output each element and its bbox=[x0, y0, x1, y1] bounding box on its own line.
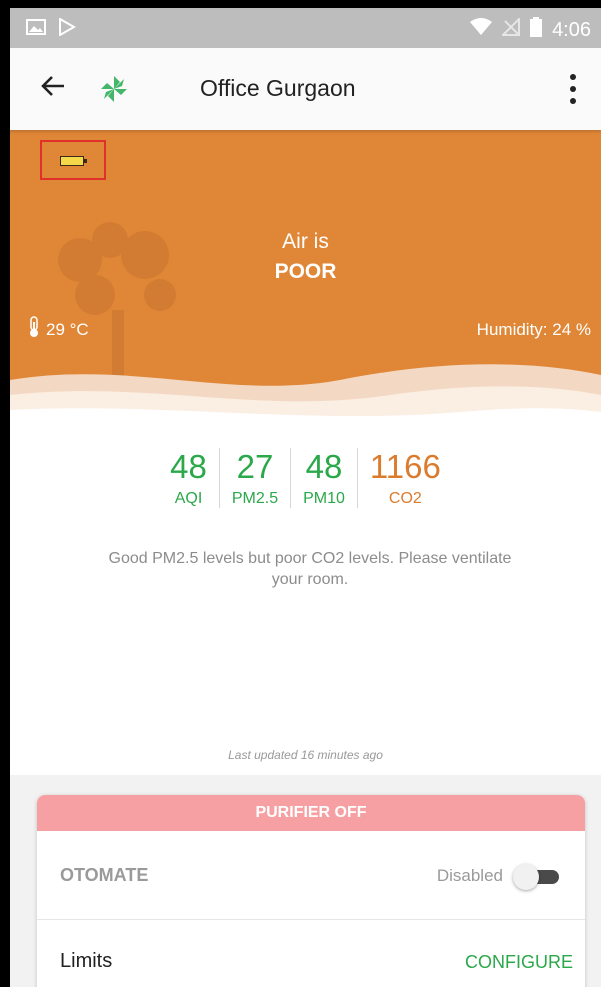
humidity-value: Humidity: 24 % bbox=[476, 320, 591, 339]
metric-label: PM2.5 bbox=[231, 490, 279, 507]
otomate-state: Disabled bbox=[436, 866, 503, 885]
last-updated-text: Last updated 16 minutes ago bbox=[228, 748, 383, 762]
metric-label: CO2 bbox=[388, 490, 422, 507]
phone-screen: 4:06 Office Gurgaon Air is POOR 29 °C Hu… bbox=[10, 8, 601, 987]
back-arrow-icon[interactable] bbox=[40, 71, 66, 107]
metrics-row: 48 AQI 27 PM2.5 48 PM10 1166 CO2 bbox=[10, 448, 601, 508]
app-bar: Office Gurgaon bbox=[10, 48, 601, 130]
thermometer-icon bbox=[28, 316, 40, 343]
metric-value: 1166 bbox=[369, 448, 441, 485]
air-quality-hero: Air is POOR 29 °C Humidity: 24 % bbox=[10, 130, 601, 420]
metric-value: 48 bbox=[305, 448, 343, 485]
otomate-toggle[interactable] bbox=[513, 864, 559, 890]
battery-level-icon bbox=[60, 156, 87, 166]
readings-panel: 48 AQI 27 PM2.5 48 PM10 1166 CO2 Good PM… bbox=[10, 420, 601, 775]
otomate-row: OTOMATE Disabled bbox=[37, 831, 585, 920]
metric-aqi: 48 AQI bbox=[158, 448, 219, 508]
temperature-value: 29 °C bbox=[46, 319, 89, 339]
metric-pm25: 27 PM2.5 bbox=[218, 448, 290, 508]
wave-decoration bbox=[10, 364, 601, 420]
configure-button[interactable]: CONFIGURE bbox=[465, 952, 573, 973]
metric-value: 27 bbox=[236, 448, 274, 485]
play-store-icon bbox=[58, 17, 77, 41]
air-status: POOR bbox=[274, 260, 337, 283]
pinwheel-logo-icon bbox=[98, 73, 130, 105]
battery-status-icon bbox=[530, 17, 543, 43]
air-advice-message: Good PM2.5 levels but poor CO2 levels. P… bbox=[108, 550, 512, 588]
air-is-label: Air is bbox=[282, 230, 329, 253]
metric-co2: 1166 CO2 bbox=[356, 448, 453, 508]
image-icon bbox=[26, 19, 46, 40]
limits-row: Limits CONFIGURE bbox=[37, 920, 585, 987]
wifi-icon bbox=[470, 18, 493, 42]
metric-value: 48 bbox=[170, 448, 207, 485]
purifier-card: PURIFIER OFF OTOMATE Disabled Limits CON… bbox=[37, 795, 585, 987]
metric-label: AQI bbox=[174, 490, 203, 507]
battery-highlight-box bbox=[40, 140, 106, 180]
purifier-status-header: PURIFIER OFF bbox=[37, 795, 585, 831]
more-vert-icon[interactable] bbox=[569, 74, 577, 104]
no-sim-icon bbox=[500, 16, 521, 42]
temperature: 29 °C bbox=[28, 316, 89, 343]
status-time: 4:06 bbox=[552, 18, 591, 41]
page-title: Office Gurgaon bbox=[200, 75, 356, 101]
otomate-label: OTOMATE bbox=[60, 865, 149, 885]
metric-pm10: 48 PM10 bbox=[290, 448, 357, 508]
limits-label: Limits bbox=[60, 950, 113, 972]
status-bar: 4:06 bbox=[10, 8, 601, 48]
metric-label: PM10 bbox=[303, 490, 345, 507]
